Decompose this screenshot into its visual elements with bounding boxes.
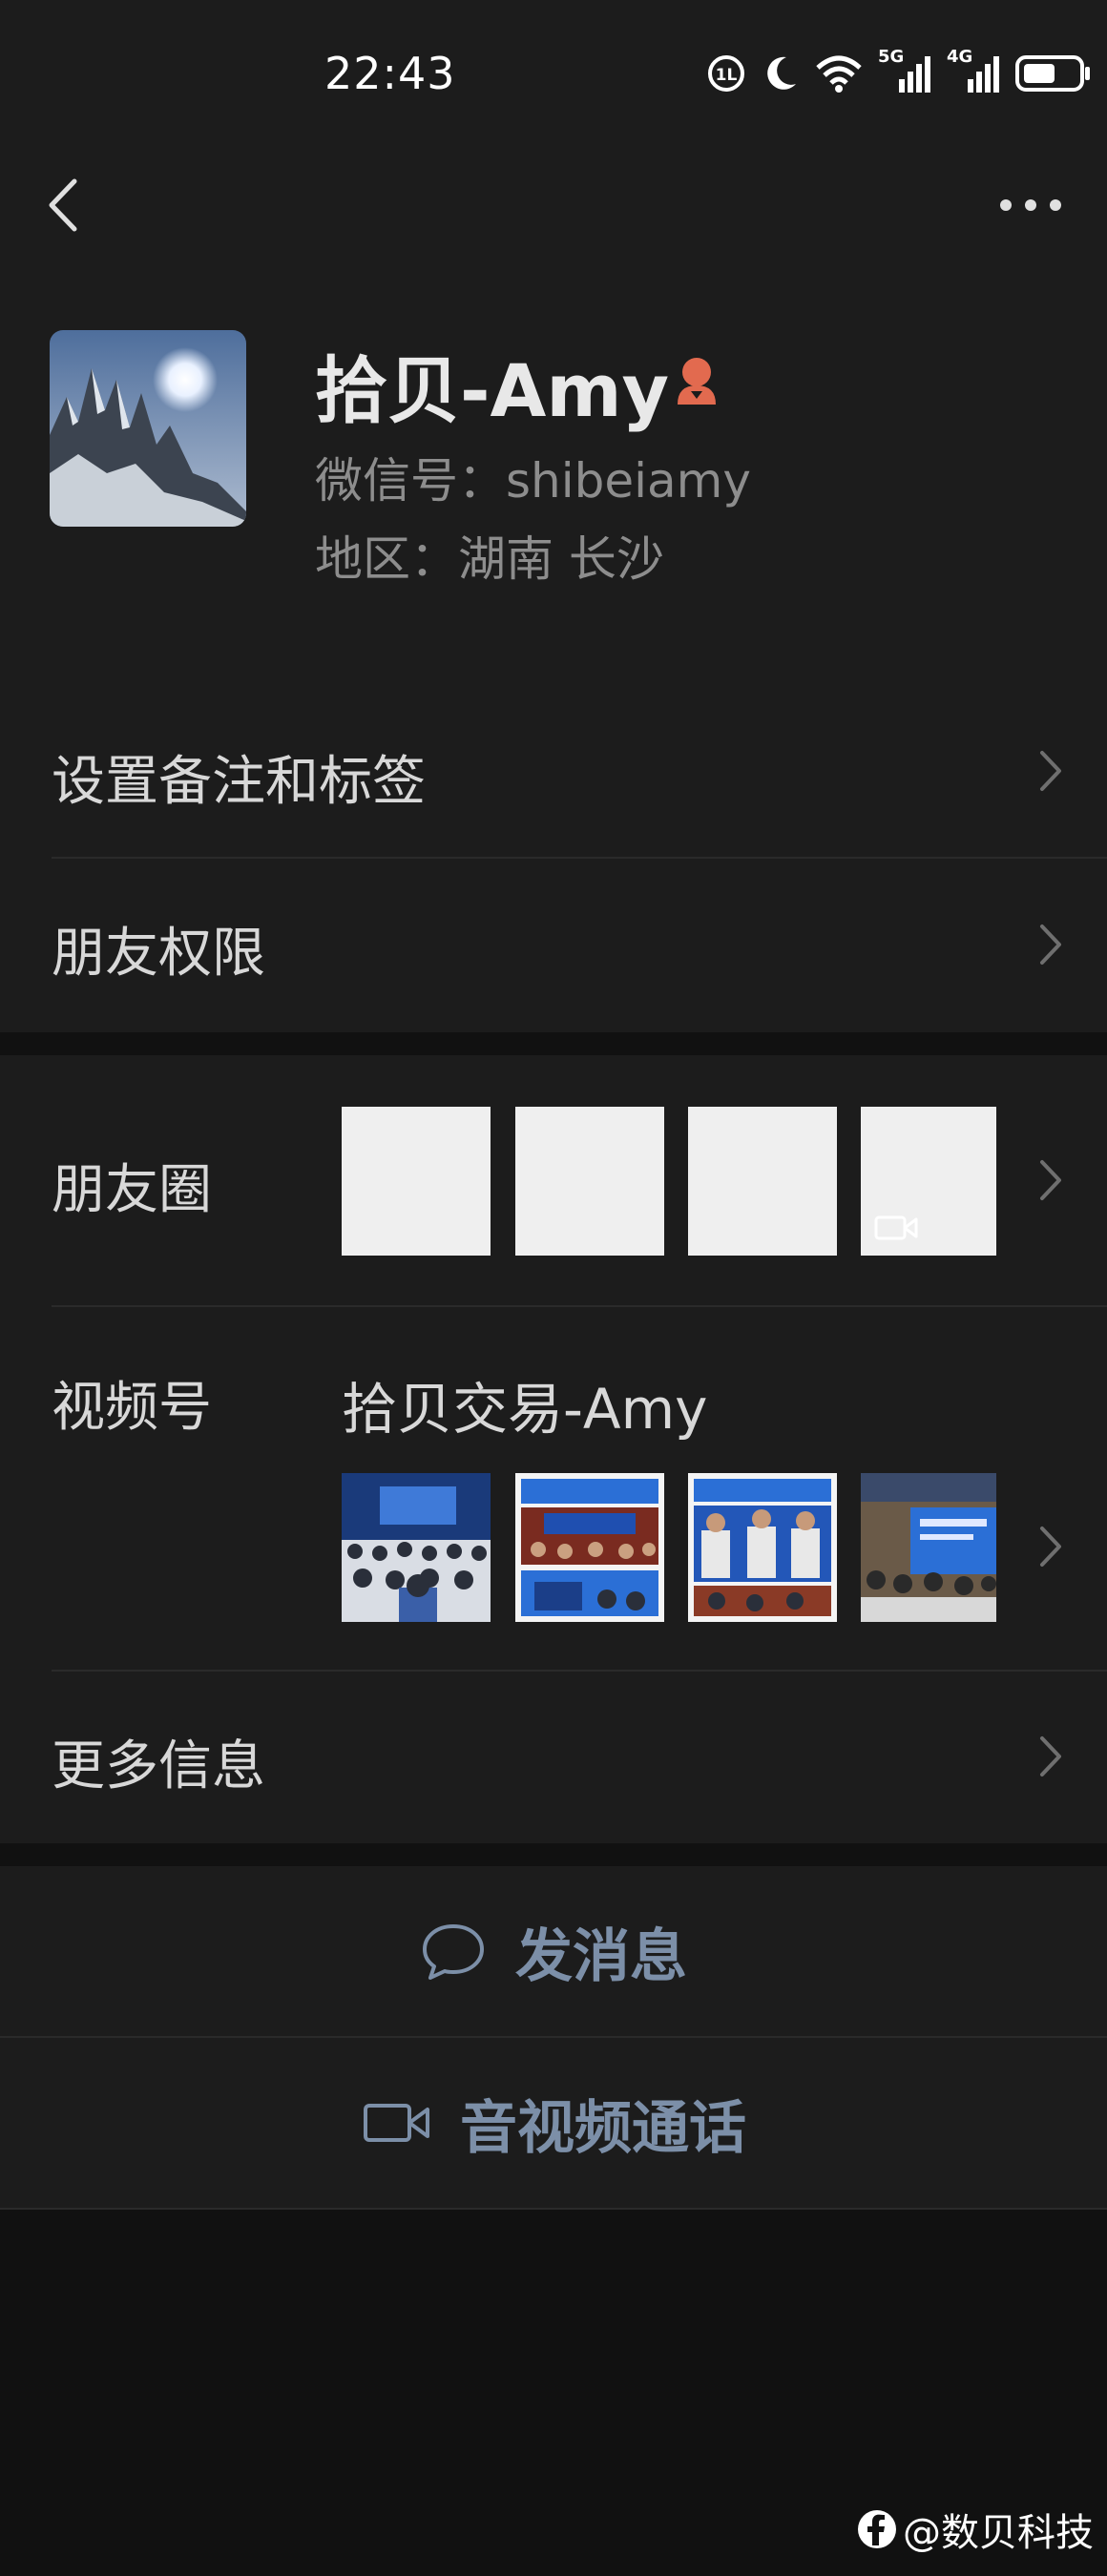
moments-thumbnail-video [861, 1107, 996, 1256]
moments-thumbnail [342, 1107, 491, 1256]
moon-icon [767, 56, 796, 90]
channel-video-thumbnail [515, 1473, 664, 1622]
friend-permissions-label: 朋友权限 [52, 923, 265, 985]
set-remark-label: 设置备注和标签 [52, 751, 426, 813]
svg-text:1L: 1L [716, 66, 738, 85]
send-message-button[interactable]: 发消息 [0, 1866, 1107, 2036]
chat-bubble-icon [423, 1924, 484, 1980]
video-camera-icon [874, 1215, 918, 1240]
friend-permissions-row[interactable]: 朋友权限 [0, 859, 1107, 1030]
channel-video-thumbnail [688, 1473, 837, 1622]
channel-video-thumbnail [861, 1473, 996, 1622]
watermark-text: @数贝科技 [903, 2511, 1094, 2555]
channels-label: 视频号 [52, 1377, 212, 1439]
video-camera-icon [364, 2104, 429, 2142]
status-icons: 1L 5G 4G [706, 47, 1092, 97]
channel-name: 拾贝交易-Amy [342, 1377, 708, 1442]
female-icon [668, 353, 725, 410]
nav-bar [0, 153, 1107, 258]
set-remark-row[interactable]: 设置备注和标签 [0, 685, 1107, 857]
chevron-right-icon [1040, 751, 1061, 791]
wifi-icon [816, 55, 862, 93]
section-gap [0, 1032, 1107, 1055]
region: 地区：湖南 长沙 [315, 531, 664, 587]
more-info-row[interactable]: 更多信息 [0, 1672, 1107, 1841]
chevron-left-icon [49, 178, 77, 232]
more-info-label: 更多信息 [52, 1735, 265, 1797]
back-button[interactable] [38, 172, 95, 239]
signal-4g-icon: 4G [947, 47, 1000, 94]
voice-video-call-button[interactable]: 音视频通话 [0, 2038, 1107, 2208]
profile-name: 拾贝-Amy [315, 348, 670, 433]
moments-label: 朋友圈 [52, 1159, 212, 1221]
avatar[interactable] [50, 330, 246, 527]
more-button[interactable] [992, 177, 1069, 234]
more-dots-icon [1000, 199, 1061, 211]
section-gap [0, 1843, 1107, 1866]
chevron-right-icon [1040, 924, 1061, 965]
watermark: @数贝科技 [857, 2502, 1094, 2557]
chevron-right-icon [1040, 1160, 1061, 1200]
moments-thumbnail [515, 1107, 664, 1256]
facebook-logo-icon [858, 2510, 896, 2548]
chevron-right-icon [1040, 1736, 1061, 1776]
voice-video-call-label: 音视频通话 [460, 2094, 746, 2162]
battery-icon [1015, 55, 1090, 92]
moments-thumbnail [688, 1107, 837, 1256]
status-time: 22:43 [324, 48, 456, 99]
channels-row[interactable]: 视频号 拾贝交易-Amy [0, 1307, 1107, 1670]
chevron-right-icon [1040, 1527, 1061, 1567]
wechat-id: 微信号：shibeiamy [315, 453, 751, 509]
channel-video-thumbnail [342, 1473, 491, 1622]
status-bar: 22:43 1L 5G 4G [0, 0, 1107, 143]
moments-row[interactable]: 朋友圈 [0, 1055, 1107, 1305]
hd-call-icon: 1L [708, 55, 744, 92]
profile-header: 拾贝-Amy 微信号：shibeiamy 地区：湖南 长沙 [0, 315, 1107, 630]
send-message-label: 发消息 [515, 1922, 687, 1990]
signal-5g-icon: 5G [878, 47, 931, 94]
